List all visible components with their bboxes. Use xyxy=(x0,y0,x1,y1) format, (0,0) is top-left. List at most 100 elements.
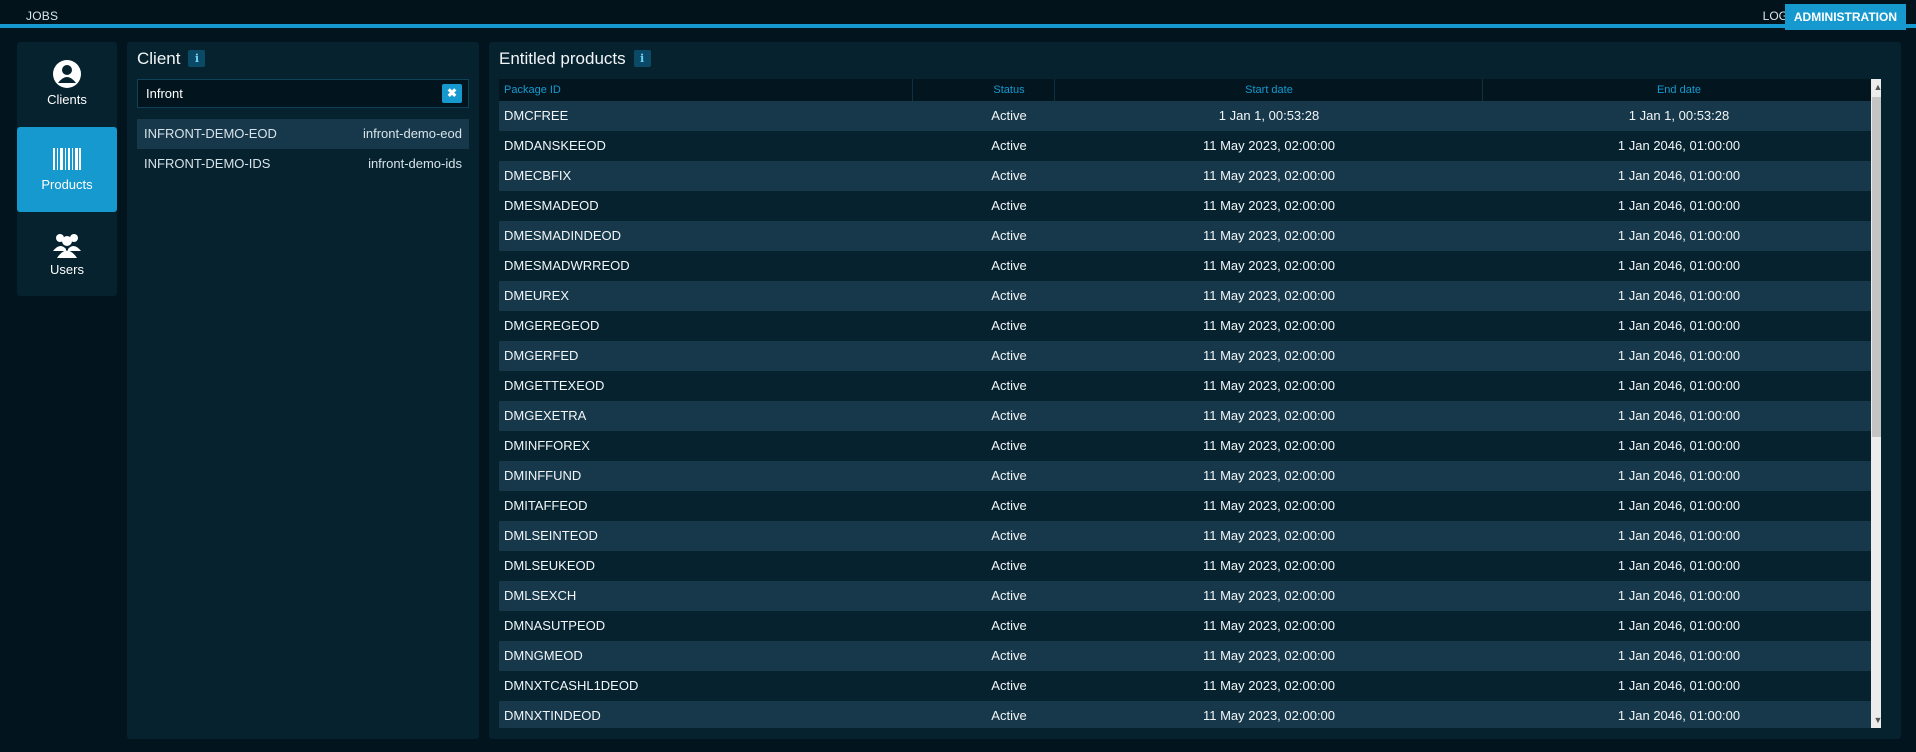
nav-clients-label: Clients xyxy=(47,92,87,107)
table-row[interactable]: DMDANSKEEOD Active 11 May 2023, 02:00:00 1 … xyxy=(499,131,1871,161)
status-cell: Active xyxy=(991,168,1027,183)
table-row[interactable]: DMESMADINDEOD Active 11 May 2023, 02:00:00… xyxy=(499,221,1871,251)
end-date-cell: 1 Jan 2046, 01:00:00 xyxy=(1617,618,1741,633)
package-id-cell: DMESMADINDEOD xyxy=(504,228,622,243)
table-row[interactable]: DMLSEINTEOD Active 11 May 2023, 02:00:00 1 … xyxy=(499,521,1871,551)
end-date-cell: 1 Jan 2046, 01:00:00 xyxy=(1617,228,1741,243)
status-cell: Active xyxy=(991,288,1027,303)
end-date-cell: 1 Jan 2046, 01:00:00 xyxy=(1617,168,1741,183)
start-date-cell: 11 May 2023, 02:00:00 xyxy=(1202,678,1336,693)
client-name: INFRONT-DEMO-EOD xyxy=(144,126,277,141)
start-date-cell: 11 May 2023, 02:00:00 xyxy=(1202,228,1336,243)
start-date-cell: 11 May 2023, 02:00:00 xyxy=(1202,558,1336,573)
package-id-cell: DMGEREGEOD xyxy=(504,318,600,333)
client-list-item[interactable]: INFRONT-DEMO-IDS infront-demo-ids xyxy=(137,149,469,179)
column-header-end-date[interactable]: End date xyxy=(1487,84,1871,96)
package-id-cell: DMNXTINDEOD xyxy=(504,708,601,723)
table-row[interactable]: DMINFFOREX Active 11 May 2023, 02:00:00 1 J… xyxy=(499,431,1871,461)
column-divider[interactable] xyxy=(1054,79,1055,101)
status-cell: Active xyxy=(991,618,1027,633)
start-date-cell: 11 May 2023, 02:00:00 xyxy=(1202,288,1336,303)
status-cell: Active xyxy=(991,468,1027,483)
column-divider[interactable] xyxy=(912,79,913,101)
table-row[interactable]: DMGEREGEOD Active 11 May 2023, 02:00:00 1 J… xyxy=(499,311,1871,341)
start-date-cell: 11 May 2023, 02:00:00 xyxy=(1202,708,1336,723)
table-row[interactable]: DMNXTCASHL1DEOD Active 11 May 2023, 02:00:… xyxy=(499,671,1871,701)
info-icon[interactable]: i xyxy=(633,50,651,67)
status-cell: Active xyxy=(991,348,1027,363)
column-divider[interactable] xyxy=(1482,79,1483,101)
status-cell: Active xyxy=(991,708,1027,723)
package-id-cell: DMNASUTPEOD xyxy=(504,618,606,633)
clear-search-icon[interactable]: ✖ xyxy=(442,84,462,103)
status-cell: Active xyxy=(991,108,1027,123)
client-id: infront-demo-eod xyxy=(363,126,462,141)
nav-products-label: Products xyxy=(41,177,93,192)
status-cell: Active xyxy=(991,198,1027,213)
status-cell: Active xyxy=(991,138,1027,153)
client-list-item[interactable]: INFRONT-DEMO-EOD infront-demo-eod xyxy=(137,119,469,149)
start-date-cell: 11 May 2023, 02:00:00 xyxy=(1202,648,1336,663)
start-date-cell: 11 May 2023, 02:00:00 xyxy=(1202,528,1336,543)
status-cell: Active xyxy=(991,528,1027,543)
table-row[interactable]: DMGERFED Active 11 May 2023, 02:00:00 1 Jan… xyxy=(499,341,1871,371)
package-id-cell: DMESMADWRREOD xyxy=(504,258,630,273)
end-date-cell: 1 Jan 2046, 01:00:00 xyxy=(1617,258,1741,273)
table-row[interactable]: DMECBFIX Active 11 May 2023, 02:00:00 1 Jan… xyxy=(499,161,1871,191)
start-date-cell: 11 May 2023, 02:00:00 xyxy=(1202,588,1336,603)
table-row[interactable]: DMGETTEXEOD Active 11 May 2023, 02:00:00 1 … xyxy=(499,371,1871,401)
scroll-up-icon[interactable]: ▲ xyxy=(1871,79,1881,95)
administration-tab[interactable]: ADMINISTRATION xyxy=(1784,4,1906,30)
end-date-cell: 1 Jan 2046, 01:00:00 xyxy=(1617,378,1741,393)
scrollbar-thumb[interactable] xyxy=(1872,97,1881,437)
package-id-cell: DMGETTEXEOD xyxy=(504,378,605,393)
start-date-cell: 11 May 2023, 02:00:00 xyxy=(1202,138,1336,153)
scroll-down-icon[interactable]: ▼ xyxy=(1871,712,1881,728)
table-row[interactable]: DMCFREE Active 1 Jan 1, 00:53:28 1 Jan 1, 0… xyxy=(499,101,1871,131)
package-id-cell: DMESMADEOD xyxy=(504,198,599,213)
table-row[interactable]: DMNXTINDEOD Active 11 May 2023, 02:00:00 1 … xyxy=(499,701,1871,728)
column-header-start-date[interactable]: Start date xyxy=(1059,84,1479,96)
end-date-cell: 1 Jan 2046, 01:00:00 xyxy=(1617,348,1741,363)
start-date-cell: 11 May 2023, 02:00:00 xyxy=(1202,198,1336,213)
jobs-tab[interactable]: JOBS xyxy=(26,9,58,23)
column-header-package-id[interactable]: Package ID xyxy=(504,84,561,96)
vertical-scrollbar[interactable]: ▲ ▼ xyxy=(1871,79,1881,728)
nav-products[interactable]: Products xyxy=(17,127,117,212)
package-id-cell: DMLSEINTEOD xyxy=(504,528,598,543)
table-row[interactable]: DMLSEXCH Active 11 May 2023, 02:00:00 1 Jan… xyxy=(499,581,1871,611)
start-date-cell: 11 May 2023, 02:00:00 xyxy=(1202,408,1336,423)
nav-users-label: Users xyxy=(50,262,84,277)
end-date-cell: 1 Jan 2046, 01:00:00 xyxy=(1617,528,1741,543)
start-date-cell: 11 May 2023, 02:00:00 xyxy=(1202,168,1336,183)
top-bar: JOBS LOGS ADMINISTRATION xyxy=(0,0,1916,30)
package-id-cell: DMECBFIX xyxy=(504,168,572,183)
table-row[interactable]: DMESMADEOD Active 11 May 2023, 02:00:00 1 J… xyxy=(499,191,1871,221)
column-header-status[interactable]: Status xyxy=(969,84,1049,96)
end-date-cell: 1 Jan 2046, 01:00:00 xyxy=(1617,198,1741,213)
nav-users[interactable]: Users xyxy=(17,212,117,297)
end-date-cell: 1 Jan 2046, 01:00:00 xyxy=(1617,288,1741,303)
table-row[interactable]: DMITAFFEOD Active 11 May 2023, 02:00:00 1 J… xyxy=(499,491,1871,521)
table-row[interactable]: DMNASUTPEOD Active 11 May 2023, 02:00:00 1 … xyxy=(499,611,1871,641)
table-row[interactable]: DMLSEUKEOD Active 11 May 2023, 02:00:00 1 J… xyxy=(499,551,1871,581)
table-row[interactable]: DMNGMEOD Active 11 May 2023, 02:00:00 1 Jan… xyxy=(499,641,1871,671)
package-id-cell: DMNXTCASHL1DEOD xyxy=(504,678,639,693)
start-date-cell: 11 May 2023, 02:00:00 xyxy=(1202,348,1336,363)
nav-clients[interactable]: Clients xyxy=(17,42,117,127)
start-date-cell: 11 May 2023, 02:00:00 xyxy=(1202,258,1336,273)
start-date-cell: 11 May 2023, 02:00:00 xyxy=(1202,468,1336,483)
client-title: Client xyxy=(137,49,181,68)
info-icon[interactable]: i xyxy=(188,50,206,67)
package-id-cell: DMINFFUND xyxy=(504,468,582,483)
status-cell: Active xyxy=(991,588,1027,603)
package-id-cell: DMINFFOREX xyxy=(504,438,590,453)
package-id-cell: DMEUREX xyxy=(504,288,570,303)
table-row[interactable]: DMINFFUND Active 11 May 2023, 02:00:00 1 Ja… xyxy=(499,461,1871,491)
table-row[interactable]: DMESMADWRREOD Active 11 May 2023, 02:00:00… xyxy=(499,251,1871,281)
table-row[interactable]: DMEUREX Active 11 May 2023, 02:00:00 1 Jan … xyxy=(499,281,1871,311)
client-search-input[interactable]: Infront xyxy=(137,79,469,108)
end-date-cell: 1 Jan 2046, 01:00:00 xyxy=(1617,408,1741,423)
users-icon xyxy=(53,234,81,258)
table-row[interactable]: DMGEXETRA Active 11 May 2023, 02:00:00 1 Ja… xyxy=(499,401,1871,431)
